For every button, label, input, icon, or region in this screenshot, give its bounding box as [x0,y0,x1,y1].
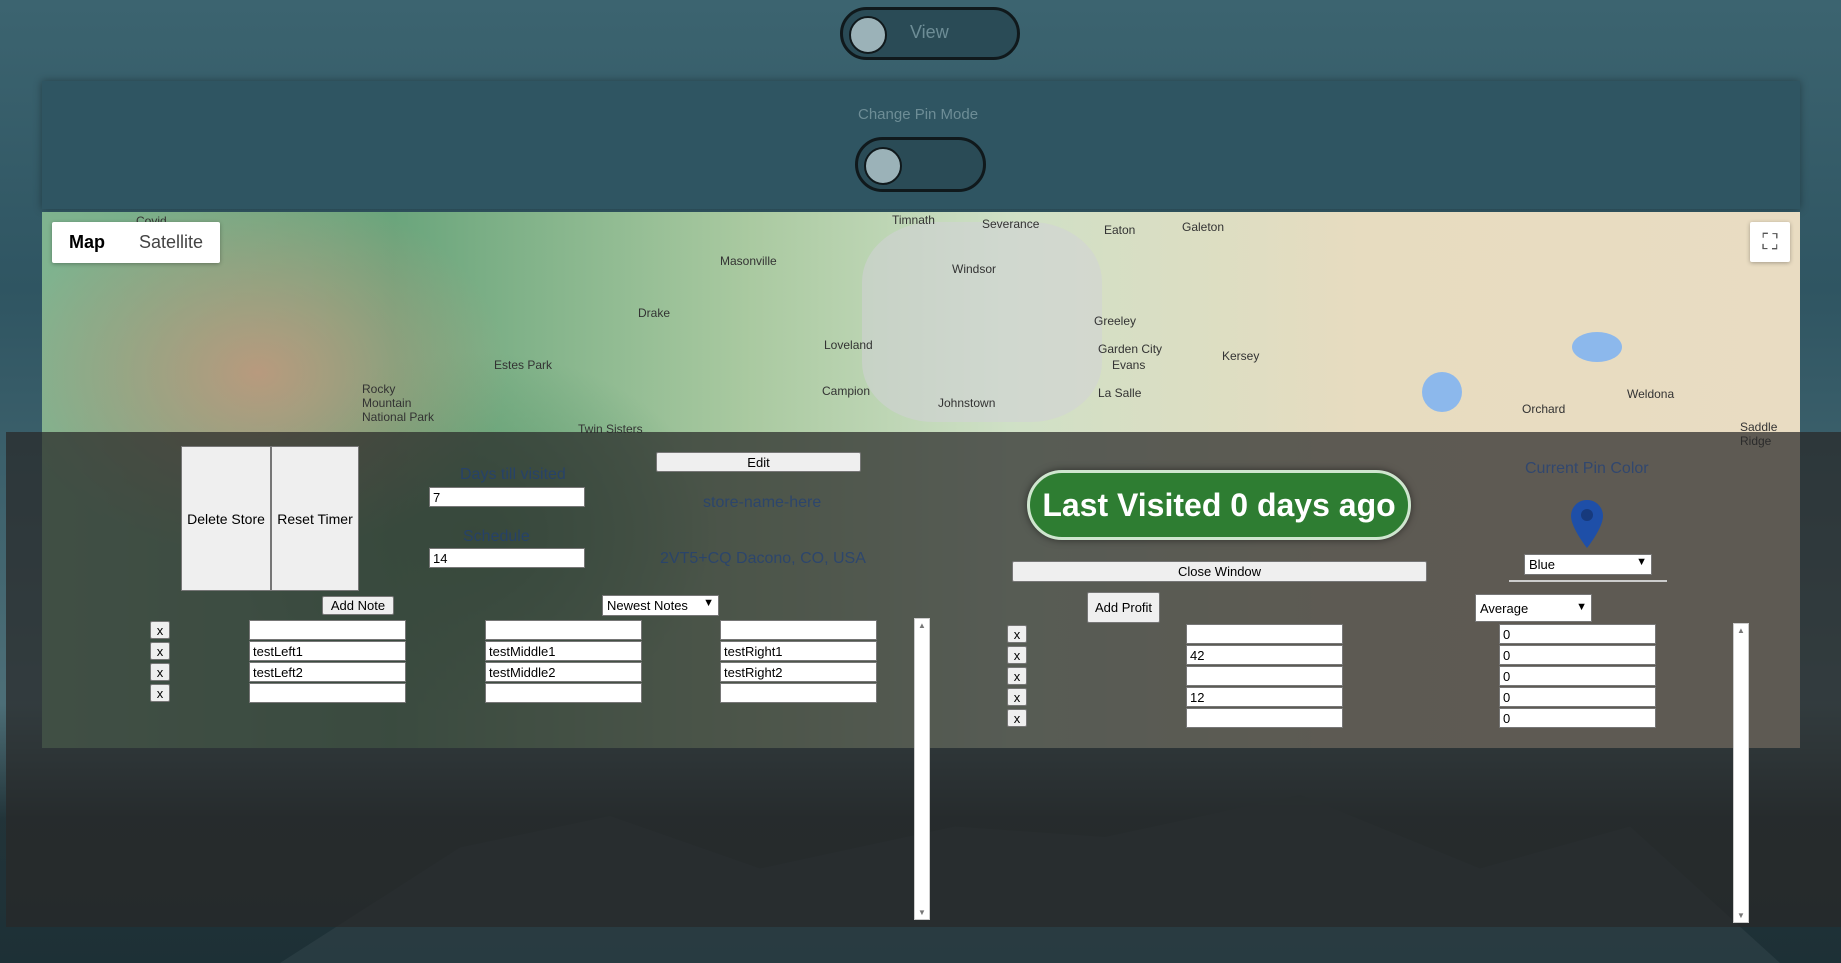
store-name[interactable]: store-name-here [703,494,821,512]
remove-profit-button[interactable]: x [1007,709,1027,727]
schedule-input[interactable]: 14 [429,548,585,568]
scroll-up-icon[interactable]: ▲ [915,621,929,630]
note-right-input[interactable] [720,683,877,703]
map-type-control: Map Satellite [52,222,221,263]
map-place-label: Severance [982,217,1040,231]
note-middle-input[interactable]: testMiddle1 [485,641,642,661]
map-place-label: Orchard [1522,402,1566,416]
map-place-label: Windsor [952,262,997,276]
days-till-visited-label: Days till visited [460,466,566,483]
profit-mode-select[interactable]: Average ▼ [1475,594,1592,622]
remove-note-button[interactable]: x [150,642,170,660]
map-pin-icon [1571,500,1603,548]
note-left-input[interactable] [249,683,406,703]
profit-amount-input[interactable] [1186,708,1343,728]
map-place-label: Greeley [1094,314,1137,328]
map-type-satellite-button[interactable]: Satellite [122,222,220,263]
map-place-label: Campion [822,384,871,398]
note-left-input[interactable]: testLeft1 [249,641,406,661]
note-left-input[interactable] [249,620,406,640]
store-address: 2VT5+CQ Dacono, CO, USA [660,550,866,567]
add-note-button[interactable]: Add Note [322,596,394,615]
map-lake [1422,372,1462,412]
profit-value-input[interactable]: 0 [1499,687,1656,707]
map-place-label: Evans [1112,358,1146,372]
map-place-label: Garden City [1098,342,1163,356]
note-right-input[interactable]: testRight2 [720,662,877,682]
chevron-down-icon: ▼ [1576,601,1587,613]
map-place-label: La Salle [1098,386,1142,400]
map-lake [1572,332,1622,362]
map-place-label: Timnath [892,213,935,227]
profit-value-input[interactable]: 0 [1499,666,1656,686]
note-middle-input[interactable]: testMiddle2 [485,662,642,682]
map-place-label: Estes Park [494,358,553,372]
profit-scrollbar[interactable]: ▲ ▼ [1733,623,1749,923]
close-window-button[interactable]: Close Window [1012,561,1427,582]
map-place-label: Eaton [1104,223,1136,237]
profit-mode-selected: Average [1480,601,1529,616]
note-left-input[interactable]: testLeft2 [249,662,406,682]
note-right-input[interactable] [720,620,877,640]
days-till-visited-input[interactable]: 7 [429,487,585,507]
note-right-input[interactable]: testRight1 [720,641,877,661]
profit-amount-input[interactable] [1186,666,1343,686]
view-toggle-label: View [910,22,949,42]
map-urban-area [862,222,1102,422]
profit-amount-input[interactable]: 12 [1186,687,1343,707]
profit-value-input[interactable]: 0 [1499,708,1656,728]
pin-mode-toggle-knob [864,147,902,185]
profit-amount-input[interactable] [1186,624,1343,644]
remove-note-button[interactable]: x [150,621,170,639]
scroll-down-icon[interactable]: ▼ [1734,911,1748,920]
map-type-map-button[interactable]: Map [52,222,122,263]
note-middle-input[interactable] [485,620,642,640]
last-visited-badge: Last Visited 0 days ago [1027,470,1411,540]
scroll-up-icon[interactable]: ▲ [1734,626,1748,635]
view-toggle-knob [849,16,887,54]
pin-mode-toggle[interactable] [855,137,986,192]
remove-profit-button[interactable]: x [1007,646,1027,664]
map-place-label: Rocky Mountain National Park [362,382,435,424]
remove-profit-button[interactable]: x [1007,625,1027,643]
schedule-label: Schedule [463,528,530,545]
remove-note-button[interactable]: x [150,684,170,702]
pin-color-label: Current Pin Color [1525,460,1649,477]
profit-value-input[interactable]: 0 [1499,645,1656,665]
pin-color-select[interactable]: Blue ▼ [1524,554,1652,575]
map-place-label: Masonville [720,254,777,268]
delete-store-button[interactable]: Delete Store [181,446,271,591]
reset-timer-button[interactable]: Reset Timer [271,446,359,591]
map-place-label: Johnstown [938,396,996,410]
map-place-label: Kersey [1222,349,1260,363]
profit-value-input[interactable]: 0 [1499,624,1656,644]
pin-mode-label: Change Pin Mode [858,106,979,123]
chevron-down-icon: ▼ [1636,556,1647,568]
remove-note-button[interactable]: x [150,663,170,681]
remove-profit-button[interactable]: x [1007,667,1027,685]
remove-profit-button[interactable]: x [1007,688,1027,706]
map-place-label: Galeton [1182,220,1225,234]
map-place-label: Drake [638,306,671,320]
chevron-down-icon: ▼ [703,597,714,609]
note-middle-input[interactable] [485,683,642,703]
map-place-label: Loveland [824,338,873,352]
edit-button[interactable]: Edit [656,452,861,472]
note-sort-select[interactable]: Newest Notes ▼ [602,595,719,616]
fullscreen-icon[interactable]: ⛶ [1750,222,1790,262]
profit-amount-input[interactable]: 42 [1186,645,1343,665]
map-place-label: Weldona [1627,387,1675,401]
pin-color-selected: Blue [1529,557,1556,572]
pin-color-divider [1509,580,1667,582]
notes-scrollbar[interactable]: ▲ ▼ [914,618,930,920]
scroll-down-icon[interactable]: ▼ [915,908,929,917]
note-sort-selected: Newest Notes [607,598,688,613]
add-profit-button[interactable]: Add Profit [1087,592,1160,623]
